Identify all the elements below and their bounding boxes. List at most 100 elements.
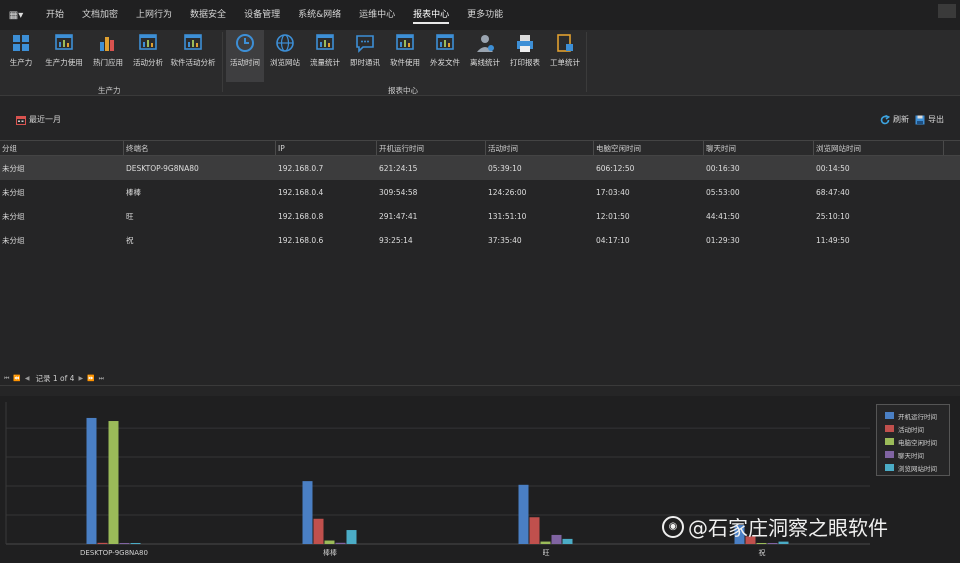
ribbon-button-label: 软件使用 [390,58,420,67]
menu-item[interactable]: 数据安全 [190,7,226,24]
legend-label: 电脑空闲时间 [898,438,937,447]
bar [324,540,335,544]
ribbon-button[interactable]: 活动时间 [226,30,264,82]
column-header[interactable]: 终端名 [124,141,276,155]
table-row[interactable]: 未分组 棒棒 192.168.0.4 309:54:58 124:26:00 17:03:… [0,180,960,204]
column-header[interactable]: 活动时间 [486,141,594,155]
table-cell: 93:25:14 [379,235,413,245]
legend-label: 活动时间 [898,425,924,434]
refresh-label: 刷新 [893,115,909,124]
table-cell: 17:03:40 [596,187,630,197]
monitor-icon [396,34,414,50]
bar [562,538,573,544]
bar [756,543,767,544]
menu-item[interactable]: 上网行为 [136,7,172,24]
refresh-button[interactable]: 刷新 [880,114,909,125]
clipboard-lock-icon [557,34,573,52]
table-cell: 00:16:30 [706,163,740,173]
ribbon-button-label: 外发文件 [430,58,460,67]
table-cell: 12:01:50 [596,211,630,221]
table-row[interactable]: 未分组 DESKTOP-9G8NA80 192.168.0.7 621:24:15 05… [0,156,960,180]
pager-status: 记录 1 of 4 [35,374,75,383]
table-cell: 祝 [126,235,134,245]
table-cell: 44:41:50 [706,211,740,221]
doc-chart-icon [55,34,73,50]
ribbon-button-label: 工单统计 [550,58,580,67]
column-header[interactable]: 分组 [0,141,124,155]
window-control-button[interactable] [938,4,956,18]
bar-blocks-icon [100,37,114,51]
menu-item[interactable]: 系统&网络 [298,7,341,24]
chat-icon [356,35,374,53]
legend-item: 聊天时间 [885,449,949,460]
bar [540,541,551,544]
table-cell: 131:51:10 [488,211,527,221]
menu-item[interactable]: 设备管理 [244,7,280,24]
prev-block-icon[interactable]: ⏪ [13,375,20,382]
menu-item[interactable]: 更多功能 [467,7,503,24]
menu-bar: ▦▾ 开始 文档加密 上网行为 数据安全 设备管理 系统&网络 运维中心 报表中心 更多功能 [0,0,960,30]
export-label: 导出 [928,115,944,124]
ribbon-button[interactable]: 浏览网站 [266,30,304,82]
column-header[interactable]: 浏览网站时间 [814,141,944,155]
last-page-icon[interactable]: ⏭ [99,375,104,383]
column-header[interactable]: 聊天时间 [704,141,814,155]
ribbon-button[interactable]: 离线统计 [466,30,504,82]
menu-item[interactable]: 文档加密 [82,7,118,24]
ribbon-button[interactable]: 生产力 [2,30,40,82]
productivity-icon [13,35,29,51]
ribbon-button[interactable]: 软件活动分析 [168,30,218,82]
table-cell: 291:47:41 [379,211,418,221]
ribbon-button-label: 生产力 [9,58,33,67]
user-offline-icon [477,35,494,52]
table-row[interactable]: 未分组 旺 192.168.0.8 291:47:41 131:51:10 12:01:5… [0,204,960,228]
column-header[interactable]: IP [276,141,377,155]
bar [97,542,108,544]
ribbon-button[interactable]: 生产力使用 [42,30,86,82]
ribbon-button-label: 即时通讯 [350,58,380,67]
column-header[interactable]: 电脑空闲时间 [594,141,704,155]
ribbon-button[interactable]: 流量统计 [306,30,344,82]
prev-page-icon[interactable]: ◀ [25,375,30,382]
file-send-icon [436,34,454,50]
report-toolbar: 最近一月 刷新 导出 [0,102,960,136]
ribbon-button[interactable]: 热门应用 [88,30,128,82]
table-cell: 25:10:10 [816,211,850,221]
bar [313,518,324,544]
bar [346,530,357,544]
ribbon-button-label: 活动分析 [133,58,163,67]
ribbon-button[interactable]: 打印报表 [506,30,544,82]
table-cell: 00:14:50 [816,163,850,173]
column-header[interactable]: 开机运行时间 [377,141,486,155]
ribbon-button-label: 流量统计 [310,58,340,67]
ribbon-button[interactable]: 活动分析 [130,30,166,82]
table-row[interactable]: 未分组 祝 192.168.0.6 93:25:14 37:35:40 04:17:10 0… [0,228,960,252]
date-range-button[interactable]: 最近一月 [16,114,61,125]
table-cell: 124:26:00 [488,187,527,197]
next-block-icon[interactable]: ⏩ [87,375,94,382]
menu-item[interactable]: 开始 [46,7,64,24]
ribbon-button[interactable]: 外发文件 [426,30,464,82]
table-cell: 11:49:50 [816,235,850,245]
menu-item[interactable]: 报表中心 [413,7,450,24]
bar [767,543,778,544]
legend-swatch [885,438,894,445]
ribbon-button[interactable]: 工单统计 [546,30,584,82]
ribbon-button[interactable]: 软件使用 [386,30,424,82]
table-cell: 606:12:50 [596,163,635,173]
table-cell: 192.168.0.6 [278,235,324,245]
table-cell: 未分组 [2,211,25,221]
menu-item[interactable]: 运维中心 [359,7,395,24]
table-cell: 旺 [126,211,134,221]
legend-label: 浏览网站时间 [898,464,937,473]
ribbon-button-label: 热门应用 [93,58,123,67]
ribbon-button[interactable]: 即时通讯 [346,30,384,82]
x-tick-label: DESKTOP-9G8NA80 [80,549,148,557]
report-grid: 分组 终端名 IP 开机运行时间 活动时间 电脑空闲时间 聊天时间 浏览网站时间 未分组 DES… [0,140,960,252]
first-page-icon[interactable]: ⏮ [4,375,9,383]
next-page-icon[interactable]: ▶ [78,375,83,382]
grid-header: 分组 终端名 IP 开机运行时间 活动时间 电脑空闲时间 聊天时间 浏览网站时间 [0,140,960,156]
export-button[interactable]: 导出 [915,114,944,125]
app-menu-button[interactable]: ▦▾ [4,6,28,24]
ribbon-button-label: 浏览网站 [270,58,300,67]
